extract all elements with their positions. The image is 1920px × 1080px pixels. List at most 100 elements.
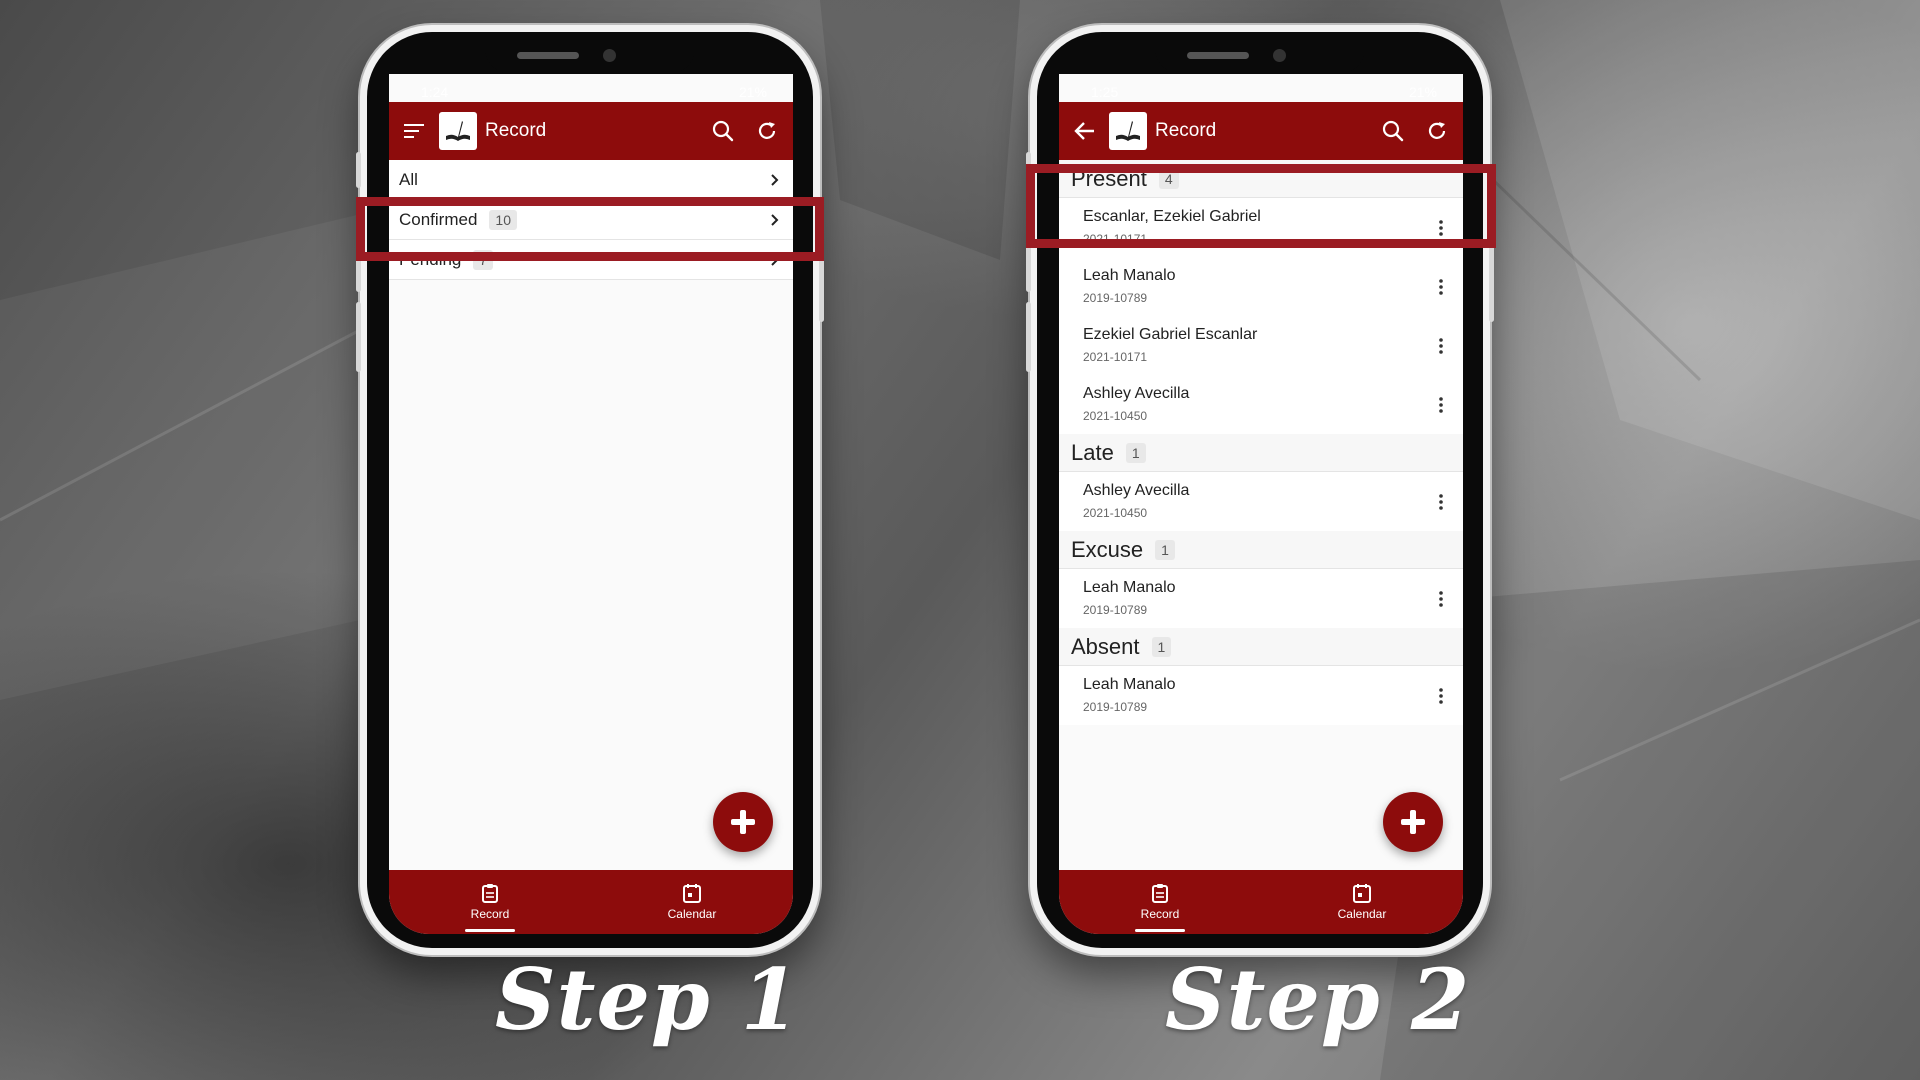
tab-calendar[interactable]: Calendar: [1261, 870, 1463, 934]
tab-calendar[interactable]: Calendar: [591, 870, 793, 934]
plus-icon: [731, 810, 755, 834]
phone-side-button: [1026, 222, 1031, 292]
paper-texture: [0, 0, 1920, 1080]
attendance-list: Present 4 Escanlar, Ezekiel Gabriel 2021…: [1059, 160, 1463, 870]
calendar-icon: [1353, 884, 1371, 903]
person-name: Leah Manalo: [1083, 267, 1176, 284]
section-label: Late: [1071, 439, 1114, 465]
list-item[interactable]: Ashley Avecilla 2021-10450: [1059, 472, 1463, 531]
clipboard-icon: [482, 884, 498, 903]
person-id: 2019-10789: [1083, 603, 1148, 617]
list-item[interactable]: Ezekiel Gabriel Escanlar 2021-10171: [1059, 316, 1463, 375]
phone-side-button: [1026, 152, 1031, 188]
more-vert-icon[interactable]: [1431, 490, 1451, 514]
calendar-icon: [683, 884, 701, 903]
active-tab-indicator: [465, 929, 515, 932]
phone-side-button: [819, 232, 824, 322]
status-time: 1:25: [1091, 84, 1119, 100]
more-vert-icon[interactable]: [1431, 587, 1451, 611]
section-label: Present: [1071, 165, 1147, 191]
person-name: Ashley Avecilla: [1083, 385, 1190, 402]
more-vert-icon[interactable]: [1431, 275, 1451, 299]
list-item[interactable]: Leah Manalo 2019-10789: [1059, 257, 1463, 316]
tab-record[interactable]: Record: [1059, 870, 1261, 934]
count-badge: 1: [1125, 442, 1146, 463]
person-id: 2021-10171: [1083, 350, 1148, 364]
list-item[interactable]: Ashley Avecilla 2021-10450: [1059, 375, 1463, 434]
phone-side-button: [1489, 232, 1494, 322]
page-title: Record: [1155, 120, 1217, 141]
section-header-present: Present 4: [1059, 160, 1463, 198]
list-item[interactable]: Leah Manalo 2019-10789: [1059, 569, 1463, 628]
chevron-right-icon: [771, 253, 779, 266]
phone-side-button: [356, 222, 361, 292]
screen: Record 1:25 21% Present 4 Escanlar, Ezek…: [1059, 74, 1463, 934]
phone-side-button: [356, 152, 361, 188]
count-badge: 10: [489, 209, 517, 230]
add-button[interactable]: [1383, 792, 1443, 852]
count-badge: 4: [1158, 168, 1179, 189]
phone-notch: [485, 32, 695, 74]
phone-side-button: [1026, 302, 1031, 372]
filter-item-confirmed[interactable]: Confirmed 10: [389, 200, 793, 240]
person-id: 2019-10789: [1083, 700, 1148, 714]
filter-item-all[interactable]: All: [389, 160, 793, 200]
book-logo-icon: [439, 112, 477, 150]
filter-list: All Confirmed 10 Pending 7: [389, 160, 793, 870]
status-time: 1:24: [421, 84, 449, 100]
screen: Record 1:24 21% All Confirmed 10 Pending 7: [389, 74, 793, 934]
search-icon[interactable]: [1379, 117, 1407, 145]
count-badge: 7: [473, 249, 494, 270]
refresh-icon[interactable]: [1423, 117, 1451, 145]
list-item[interactable]: Leah Manalo 2019-10789: [1059, 666, 1463, 725]
plus-icon: [1401, 810, 1425, 834]
chevron-right-icon: [771, 173, 779, 186]
list-item[interactable]: Escanlar, Ezekiel Gabriel 2021-10171: [1059, 198, 1463, 257]
person-name: Leah Manalo: [1083, 676, 1176, 693]
active-tab-indicator: [1135, 929, 1185, 932]
person-id: 2019-10789: [1083, 291, 1148, 305]
status-bar: 1:24 21%: [389, 74, 793, 110]
more-vert-icon[interactable]: [1431, 334, 1451, 358]
filter-item-pending[interactable]: Pending 7: [389, 240, 793, 280]
bottom-nav: Record Calendar: [1059, 870, 1463, 934]
person-name: Leah Manalo: [1083, 579, 1176, 596]
status-battery: 21%: [738, 84, 767, 100]
phone-notch: [1155, 32, 1365, 74]
more-vert-icon[interactable]: [1431, 684, 1451, 708]
status-battery: 21%: [1408, 84, 1437, 100]
add-button[interactable]: [713, 792, 773, 852]
bottom-nav: Record Calendar: [389, 870, 793, 934]
person-id: 2021-10450: [1083, 506, 1148, 520]
filter-label: All: [399, 169, 418, 189]
more-vert-icon[interactable]: [1431, 216, 1451, 240]
search-icon[interactable]: [709, 117, 737, 145]
app-bar: Record: [1059, 102, 1463, 160]
person-name: Escanlar, Ezekiel Gabriel: [1083, 208, 1261, 225]
phone-side-button: [356, 302, 361, 372]
more-vert-icon[interactable]: [1431, 393, 1451, 417]
tab-record[interactable]: Record: [389, 870, 591, 934]
back-arrow-icon[interactable]: [1071, 117, 1099, 145]
tab-label: Calendar: [1337, 907, 1387, 921]
refresh-icon[interactable]: [753, 117, 781, 145]
book-logo-icon: [1109, 112, 1147, 150]
filter-label: Pending: [399, 249, 462, 269]
count-badge: 1: [1151, 636, 1172, 657]
section-label: Absent: [1071, 633, 1140, 659]
clipboard-icon: [1152, 884, 1168, 903]
app-bar: Record: [389, 102, 793, 160]
tab-label: Calendar: [667, 907, 717, 921]
step-2-caption: Step 2: [1165, 950, 1471, 1049]
section-header-absent: Absent 1: [1059, 628, 1463, 666]
menu-icon[interactable]: [401, 117, 429, 145]
section-header-excuse: Excuse 1: [1059, 531, 1463, 569]
phone-step-1: Record 1:24 21% All Confirmed 10 Pending 7: [356, 25, 824, 955]
chevron-right-icon: [771, 213, 779, 226]
section-header-late: Late 1: [1059, 434, 1463, 472]
section-label: Excuse: [1071, 536, 1144, 562]
person-name: Ashley Avecilla: [1083, 482, 1190, 499]
phone-step-2: Record 1:25 21% Present 4 Escanlar, Ezek…: [1026, 25, 1494, 955]
page-title: Record: [485, 120, 547, 141]
filter-label: Confirmed: [399, 209, 478, 229]
